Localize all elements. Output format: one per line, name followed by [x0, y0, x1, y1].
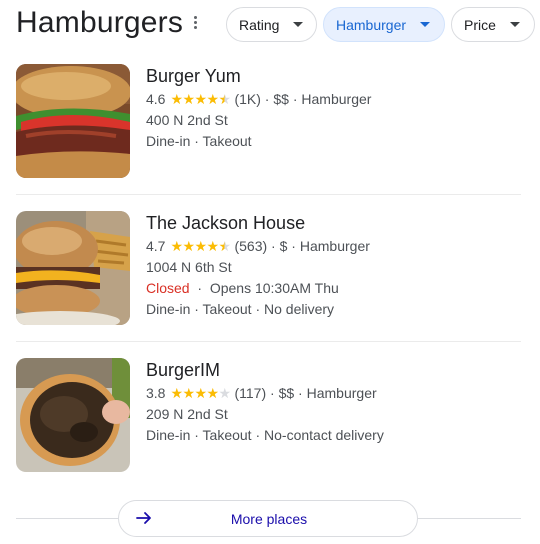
rating-value: 4.7: [146, 238, 166, 254]
category: Hamburger: [301, 91, 372, 107]
star-rating: ★ ★ ★ ★ ★: [170, 91, 232, 108]
price-level: $$: [273, 91, 289, 107]
star-icon: ★: [170, 238, 184, 255]
status-closed: Closed: [146, 280, 190, 296]
hours-line: Closed · Opens 10:30AM Thu: [146, 280, 339, 296]
services: Dine-in · Takeout · No delivery: [146, 301, 335, 317]
category: Hamburger: [306, 385, 377, 401]
star-icon: ★: [194, 91, 208, 108]
price-level: $$: [278, 385, 295, 401]
place-card[interactable]: The Jackson House 4.7 ★ ★ ★ ★ ★ (563) · $ · …: [16, 211, 521, 341]
address: 209 N 2nd St: [146, 406, 228, 422]
filter-chip-label: Price: [464, 16, 496, 33]
star-icon: ★: [206, 91, 220, 108]
place-name[interactable]: The Jackson House: [146, 212, 370, 234]
rating-line: 4.7 ★ ★ ★ ★ ★ (563) · $ · Hamburger: [146, 236, 370, 257]
place-name[interactable]: BurgerIM: [146, 359, 384, 381]
star-icon: ★: [194, 385, 208, 402]
place-photo[interactable]: [16, 358, 130, 472]
place-photo[interactable]: [16, 64, 130, 178]
more-places-label: More places: [230, 511, 308, 527]
star-icon: ★: [182, 385, 196, 402]
place-info: The Jackson House 4.7 ★ ★ ★ ★ ★ (563) · $ · …: [146, 211, 370, 320]
caret-down-icon: [420, 22, 431, 27]
rating-value: 4.6: [146, 91, 166, 107]
place-info: BurgerIM 3.8 ★ ★ ★ ★ ★ (117) · $$ · Hamburge…: [146, 358, 384, 446]
filter-chip-hamburger[interactable]: Hamburger: [323, 7, 445, 42]
star-rating: ★ ★ ★ ★ ★: [170, 238, 232, 255]
caret-down-icon: [293, 22, 304, 27]
rating-line: 3.8 ★ ★ ★ ★ ★ (117) · $$ · Hamburger: [146, 383, 384, 404]
place-card[interactable]: BurgerIM 3.8 ★ ★ ★ ★ ★ (117) · $$ · Hamburge…: [16, 358, 521, 488]
header: Hamburgers Rating Hamburger Price: [0, 0, 540, 50]
place-photo[interactable]: [16, 211, 130, 325]
rating-value: 3.8: [146, 385, 166, 401]
divider: [16, 194, 521, 195]
more-vert-icon[interactable]: [187, 14, 203, 34]
filter-chip-label: Hamburger: [336, 16, 407, 33]
page-title: Hamburgers: [16, 6, 184, 39]
star-icon: ★: [206, 385, 220, 402]
services: Dine-in · Takeout: [146, 133, 252, 149]
caret-down-icon: [509, 22, 520, 27]
review-count: (563): [234, 238, 268, 254]
filter-chip-label: Rating: [239, 16, 280, 33]
star-rating: ★ ★ ★ ★ ★: [170, 385, 232, 402]
filter-chip-rating[interactable]: Rating: [226, 7, 317, 42]
review-count: (117): [234, 385, 267, 401]
address: 400 N 2nd St: [146, 112, 228, 128]
opening-hours: Opens 10:30AM Thu: [209, 280, 339, 296]
filter-chip-price[interactable]: Price: [451, 7, 535, 42]
place-name[interactable]: Burger Yum: [146, 65, 371, 87]
review-count: (1K): [234, 91, 261, 107]
rating-line: 4.6 ★ ★ ★ ★ ★ (1K) · $$ · Hamburger: [146, 89, 371, 110]
star-icon: ★: [182, 238, 196, 255]
star-icon: ★: [206, 238, 220, 255]
category: Hamburger: [299, 238, 370, 254]
more-places-button[interactable]: More places: [118, 500, 418, 537]
divider: [16, 341, 521, 342]
star-half-icon: ★: [218, 91, 232, 108]
star-icon: ★: [170, 91, 184, 108]
star-icon: ★: [182, 91, 196, 108]
services: Dine-in · Takeout · No-contact delivery: [146, 427, 384, 443]
place-card[interactable]: Burger Yum 4.6 ★ ★ ★ ★ ★ (1K) · $$ · Hamburg…: [16, 64, 521, 194]
star-empty-icon: ★: [218, 385, 232, 402]
address: 1004 N 6th St: [146, 259, 232, 275]
place-info: Burger Yum 4.6 ★ ★ ★ ★ ★ (1K) · $$ · Hamburg…: [146, 64, 371, 152]
star-icon: ★: [170, 385, 184, 402]
price-level: $: [279, 238, 288, 254]
star-icon: ★: [194, 238, 208, 255]
star-half-icon: ★: [218, 238, 232, 255]
